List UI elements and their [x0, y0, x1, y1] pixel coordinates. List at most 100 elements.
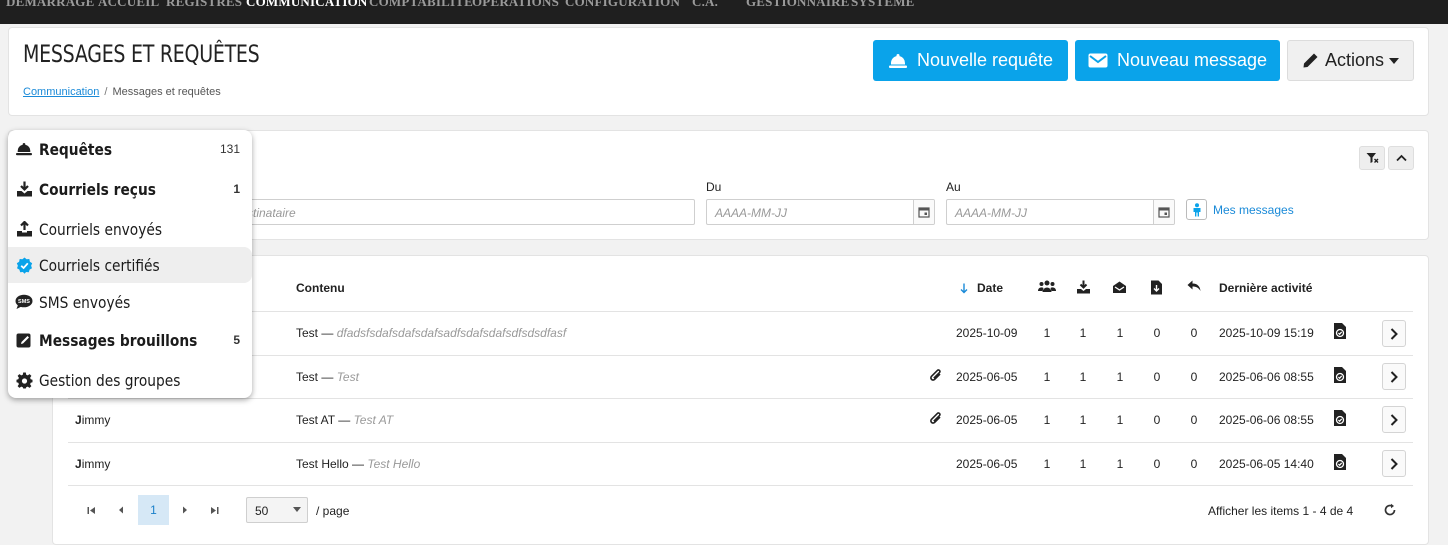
reply-icon	[1187, 280, 1201, 291]
page-number-current[interactable]: 1	[138, 495, 169, 525]
clear-filter-button[interactable]	[1359, 146, 1385, 170]
row-opened-count: 1	[1116, 457, 1124, 471]
row-preview: Test Hello	[367, 457, 421, 471]
sms-icon: SMS	[15, 293, 33, 311]
menu-item-label: Gestion des groupes	[39, 370, 181, 390]
page-size-select[interactable]: 50	[246, 497, 308, 523]
my-messages-toggle[interactable]: Mes messages	[1186, 199, 1294, 220]
upload-icon	[15, 220, 33, 238]
previous-page-button[interactable]	[107, 495, 135, 525]
date-header-label: Date	[977, 281, 1004, 295]
pager-summary: Afficher les items 1 - 4 de 4	[1208, 504, 1354, 518]
to-date-label: Au	[946, 180, 961, 194]
paperclip-icon	[930, 369, 941, 381]
header-divider	[68, 311, 1413, 312]
row-downloaded-count: 0	[1153, 457, 1161, 471]
breadcrumb-separator: /	[104, 86, 108, 98]
row-received-count: 1	[1079, 326, 1087, 340]
row-replied-count: 0	[1190, 326, 1198, 340]
last-page-button[interactable]	[200, 495, 228, 525]
sender-name: immy	[81, 457, 111, 471]
collapse-filter-button[interactable]	[1388, 146, 1414, 170]
new-request-button[interactable]: Nouvelle requête	[873, 40, 1068, 81]
row-last-activity: 2025-06-06 08:55	[1219, 370, 1314, 384]
certified-document-icon[interactable]	[1333, 366, 1347, 384]
row-content: Test — Test	[296, 370, 359, 384]
row-divider	[68, 485, 1413, 486]
first-page-button[interactable]	[77, 495, 105, 525]
menu-item-label: Requêtes	[39, 139, 113, 159]
nav-ca[interactable]: C.A.	[692, 0, 718, 10]
menu-item-courriels-envoyes[interactable]: Courriels envoyés	[8, 211, 252, 247]
menu-item-gestion-des-groupes[interactable]: Gestion des groupes	[8, 362, 252, 398]
nav-systeme[interactable]: SYSTEME	[851, 0, 915, 10]
page-size-suffix: / page	[316, 504, 350, 518]
column-header-date[interactable]: Date	[960, 281, 1003, 295]
new-request-label: Nouvelle requête	[916, 50, 1054, 70]
row-received-count: 1	[1079, 457, 1087, 471]
calendar-icon[interactable]	[1153, 200, 1174, 224]
filter-clear-icon	[1366, 153, 1378, 163]
open-row-button[interactable]	[1382, 363, 1406, 390]
new-message-label: Nouveau message	[1116, 50, 1268, 70]
column-header-content[interactable]: Contenu	[296, 281, 345, 295]
row-last-activity: 2025-06-05 14:40	[1219, 457, 1314, 471]
row-preview: Test AT	[353, 413, 394, 427]
breadcrumb-link-communication[interactable]: Communication	[23, 86, 99, 98]
to-date-input[interactable]: AAAA-MM-JJ	[946, 199, 1175, 225]
menu-item-requetes[interactable]: Requêtes 131	[8, 131, 252, 167]
row-opened-count: 1	[1116, 370, 1124, 384]
column-header-last-activity[interactable]: Dernière activité	[1219, 281, 1312, 295]
nav-demarrage[interactable]: DEMARRAGE	[6, 0, 94, 10]
row-divider	[68, 398, 1413, 399]
row-subject: Test AT	[296, 413, 335, 427]
file-download-icon	[1151, 280, 1162, 295]
row-content: Test AT — Test AT	[296, 413, 394, 427]
row-received-count: 1	[1079, 370, 1087, 384]
breadcrumb-current: Messages et requêtes	[112, 86, 221, 98]
row-date: 2025-06-05	[956, 413, 1018, 427]
calendar-icon[interactable]	[913, 200, 934, 224]
chevron-right-icon	[1390, 413, 1398, 426]
chevron-down-icon	[293, 507, 301, 512]
nav-communication[interactable]: COMMUNICATION	[246, 0, 368, 10]
row-preview: Test	[336, 370, 359, 384]
from-date-placeholder: AAAA-MM-JJ	[715, 206, 787, 220]
open-row-button[interactable]	[1382, 450, 1406, 477]
download-icon	[1077, 280, 1090, 294]
nav-registres[interactable]: REGISTRES	[166, 0, 242, 10]
from-date-input[interactable]: AAAA-MM-JJ	[706, 199, 935, 225]
menu-item-messages-brouillons[interactable]: Messages brouillons 5	[8, 322, 252, 358]
open-row-button[interactable]	[1382, 406, 1406, 433]
row-received-count: 1	[1079, 413, 1087, 427]
row-last-activity: 2025-10-09 15:19	[1219, 326, 1314, 340]
certified-document-icon[interactable]	[1333, 453, 1347, 471]
nav-comptabilite[interactable]: COMPTABILITE	[369, 0, 473, 10]
sender-initial: J	[75, 413, 82, 427]
nav-accueil[interactable]: ACCUEIL	[98, 0, 159, 10]
menu-item-sms-envoyes[interactable]: SMS SMS envoyés	[8, 284, 252, 320]
open-row-button[interactable]	[1382, 320, 1406, 347]
sender-name: immy	[81, 413, 111, 427]
new-message-button[interactable]: Nouveau message	[1075, 40, 1280, 81]
menu-item-count: 131	[219, 142, 240, 156]
nav-configuration[interactable]: CONFIGURATION	[565, 0, 680, 10]
refresh-button[interactable]	[1383, 503, 1397, 522]
menu-item-label: Courriels reçus	[39, 179, 156, 199]
caret-left-icon	[119, 506, 123, 514]
actions-dropdown-button[interactable]: Actions	[1287, 40, 1414, 81]
menu-item-courriels-recus[interactable]: Courriels reçus 1	[8, 171, 252, 207]
row-last-activity: 2025-06-06 08:55	[1219, 413, 1314, 427]
next-page-button[interactable]	[171, 495, 199, 525]
pencil-icon	[1303, 53, 1318, 68]
nav-gestionnaire[interactable]: GESTIONNAIRE	[746, 0, 850, 10]
certified-document-icon[interactable]	[1333, 409, 1347, 427]
recipient-search-input[interactable]: stinataire	[238, 199, 695, 225]
row-opened-count: 1	[1116, 326, 1124, 340]
row-subject: Test Hello	[296, 457, 349, 471]
menu-item-courriels-certifies[interactable]: Courriels certifiés	[8, 247, 252, 283]
certified-document-icon[interactable]	[1333, 322, 1347, 340]
sort-arrow-down-icon	[960, 283, 968, 293]
nav-operations[interactable]: OPERATIONS	[472, 0, 559, 10]
chevron-up-icon	[1395, 154, 1407, 162]
